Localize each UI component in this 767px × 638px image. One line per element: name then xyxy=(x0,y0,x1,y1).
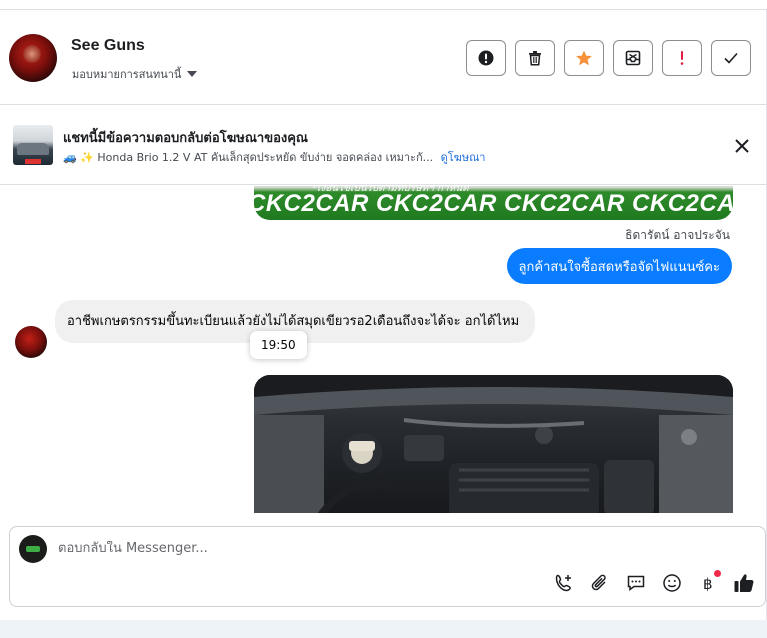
saved-reply-icon xyxy=(627,575,645,591)
info-button[interactable] xyxy=(466,40,506,76)
archive-icon xyxy=(625,50,641,66)
star-button[interactable] xyxy=(564,40,604,76)
delete-button[interactable] xyxy=(515,40,555,76)
contact-avatar-small[interactable] xyxy=(15,326,47,358)
caret-down-icon xyxy=(187,71,198,77)
call-add-button[interactable] xyxy=(553,572,575,594)
ad-banner-title: แชทนี้มีข้อความตอบกลับต่อโฆษณาของคุณ xyxy=(63,131,308,146)
shared-image-engine[interactable] xyxy=(254,375,733,513)
contact-avatar[interactable] xyxy=(9,34,57,82)
notification-dot xyxy=(714,570,721,577)
bottom-background xyxy=(0,620,767,638)
trash-icon xyxy=(529,51,541,66)
mark-done-button[interactable] xyxy=(711,40,751,76)
ad-reply-banner: แชทนี้มีข้อความตอบกลับต่อโฆษณาของคุณ 🚙 ✨… xyxy=(0,105,767,185)
view-ad-link[interactable]: ดูโฆษณา xyxy=(441,151,486,164)
star-icon xyxy=(576,50,592,66)
header-actions xyxy=(466,40,751,76)
message-thread: *เงื่อนไขเป็นไปตามที่บริษัทฯ กำหนด CKC2C… xyxy=(0,186,766,513)
shared-image-top[interactable]: *เงื่อนไขเป็นไปตามที่บริษัทฯ กำหนด CKC2C… xyxy=(254,186,733,220)
ad-thumbnail[interactable] xyxy=(13,125,53,165)
emoji-icon xyxy=(663,574,681,592)
payment-button[interactable]: ฿ xyxy=(697,570,721,594)
reply-input[interactable] xyxy=(58,541,558,556)
contact-name[interactable]: See Guns xyxy=(71,37,145,55)
composer-tools: ฿ xyxy=(553,570,755,594)
emoji-button[interactable] xyxy=(661,572,683,594)
flag-icon xyxy=(680,51,684,65)
reply-composer: ฿ xyxy=(9,526,766,607)
like-button[interactable] xyxy=(733,572,755,594)
image-banner-text: CKC2CAR CKC2CAR CKC2CAR CKC2CAR CKC2 xyxy=(254,190,733,217)
engine-photo xyxy=(254,375,733,513)
info-icon xyxy=(478,50,494,66)
ad-banner-subtitle: 🚙 ✨ Honda Brio 1.2 V AT คันเล็กสุดประหยั… xyxy=(63,148,485,166)
check-icon xyxy=(724,52,738,64)
close-banner-button[interactable] xyxy=(732,136,752,156)
page-avatar xyxy=(19,535,47,563)
svg-text:฿: ฿ xyxy=(703,575,713,593)
attach-button[interactable] xyxy=(589,572,611,594)
timestamp-tooltip: 19:50 xyxy=(250,331,307,359)
conversation-header: See Guns มอบหมายการสนทนานี้ xyxy=(0,10,767,105)
ad-description: 🚙 ✨ Honda Brio 1.2 V AT คันเล็กสุดประหยั… xyxy=(63,151,434,164)
outgoing-message[interactable]: ลูกค้าสนใจซื้อสดหรือจัดไฟแนนซ์คะ xyxy=(506,248,732,284)
assign-label: มอบหมายการสนทนานี้ xyxy=(72,68,182,81)
call-add-icon xyxy=(555,574,571,592)
saved-reply-button[interactable] xyxy=(625,572,647,594)
close-icon xyxy=(735,139,749,153)
attach-icon xyxy=(591,574,606,591)
sender-name: ธิดารัตน์ อาจประจัน xyxy=(625,228,730,242)
like-icon xyxy=(734,574,754,592)
assign-conversation-dropdown[interactable]: มอบหมายการสนทนานี้ xyxy=(72,65,198,83)
flag-button[interactable] xyxy=(662,40,702,76)
archive-button[interactable] xyxy=(613,40,653,76)
